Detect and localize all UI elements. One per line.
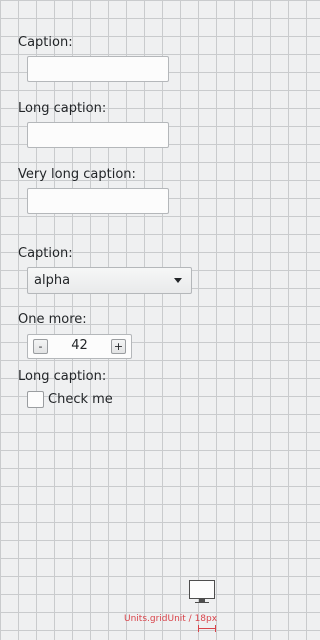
monitor-icon bbox=[189, 580, 215, 599]
caption-label: Caption: bbox=[18, 35, 73, 50]
grid-unit-ruler-right-tick bbox=[215, 625, 216, 632]
check-me-label[interactable]: Check me bbox=[48, 392, 113, 408]
one-more-label: One more: bbox=[18, 312, 87, 327]
very-long-caption-label: Very long caption: bbox=[18, 167, 136, 182]
combo-caption-label: Caption: bbox=[18, 246, 73, 261]
combo-box[interactable]: alpha bbox=[27, 267, 192, 294]
checkbox-caption-label: Long caption: bbox=[18, 369, 107, 384]
units-grid-unit-label: Units.gridUnit / 18px bbox=[124, 614, 218, 624]
combo-box-value: alpha bbox=[34, 273, 71, 288]
long-caption-label: Long caption: bbox=[18, 101, 107, 116]
check-me-checkbox[interactable] bbox=[27, 391, 44, 408]
grid-unit-ruler bbox=[198, 628, 216, 629]
very-long-caption-text-field[interactable] bbox=[27, 188, 169, 214]
spin-box[interactable]: - 42 + bbox=[27, 334, 132, 359]
chevron-down-icon bbox=[174, 278, 182, 283]
long-caption-text-field[interactable] bbox=[27, 122, 169, 148]
caption-text-field[interactable] bbox=[27, 56, 169, 82]
monitor-base bbox=[195, 602, 209, 603]
grid-unit-ruler-left-tick bbox=[198, 625, 199, 632]
increment-button[interactable]: + bbox=[111, 339, 126, 354]
